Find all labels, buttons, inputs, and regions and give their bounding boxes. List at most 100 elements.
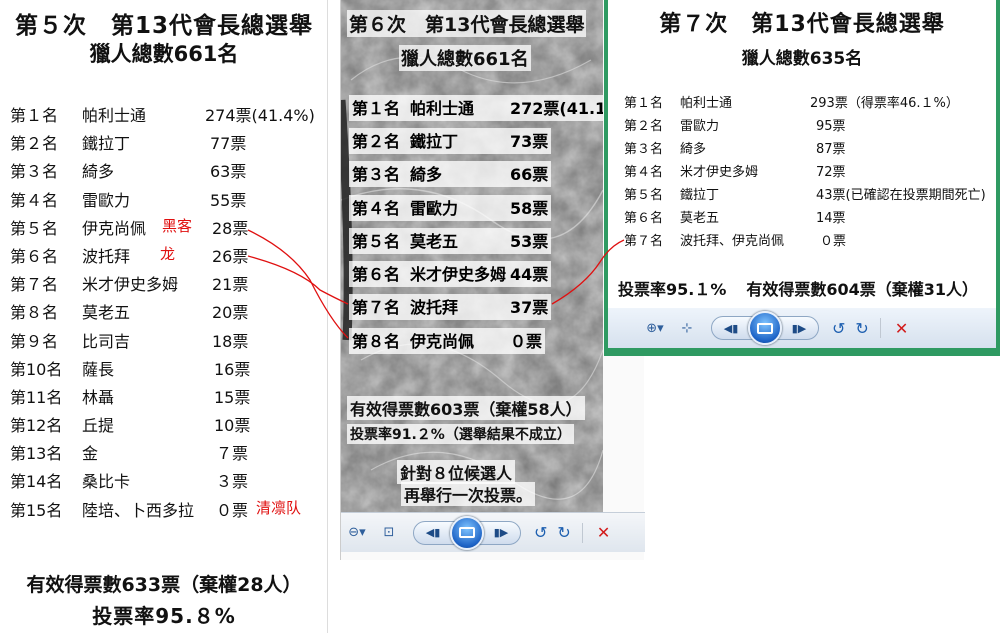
candidate-name: 桑比卡 xyxy=(82,472,131,492)
rank-label: 第６名 xyxy=(624,211,664,226)
vote-count: ３票 xyxy=(216,472,249,492)
slideshow-icon[interactable] xyxy=(748,311,782,345)
toolbar-divider xyxy=(879,318,881,338)
candidate-name: 帕利士通 xyxy=(410,99,475,118)
rank-label: 第13名 xyxy=(10,444,63,464)
result-row: 第10名 薩長 16票 xyxy=(10,354,328,382)
result-row: 第３名 綺多 63票 xyxy=(10,156,328,184)
vote-count: 53票 xyxy=(510,232,549,251)
scan-result-row: 第５名 莫老五 53票 xyxy=(349,228,552,254)
result-row: 第４名 雷歐力 55票 xyxy=(10,185,328,213)
rotate-ccw-icon[interactable]: ↺ xyxy=(832,319,845,338)
vote-count: 26票 xyxy=(212,246,249,266)
screen-icon xyxy=(459,527,475,538)
rank-label: 第５名 xyxy=(624,188,664,203)
rotate-cw-icon[interactable]: ↻ xyxy=(855,319,868,338)
annotation-note: 清凛队 xyxy=(256,498,302,517)
election-7-image: 第７次 第13代會長總選舉 獵人總數635名 第１名 帕利士通 293票（得票率46… xyxy=(608,0,996,308)
vote-count: ０票 xyxy=(216,500,249,520)
turnout-summary: 投票率95.１% 有效得票數604票（棄權31人） xyxy=(618,276,996,300)
scan-result-row: 第８名 伊克尚佩 ０票 xyxy=(349,328,546,354)
candidate-name: 陸培、卜西多拉 xyxy=(82,500,195,520)
scan-note-line-2: 再舉行一次投票。 xyxy=(401,482,536,506)
scan-subtitle: 獵人總數661名 xyxy=(399,45,531,71)
vote-count: ０票 xyxy=(820,234,847,249)
result-row: 第１名 帕利士通 293票（得票率46.１%） xyxy=(624,90,994,113)
vote-count: 293票（得票率46.１%） xyxy=(810,96,959,111)
candidate-name: 雷歐力 xyxy=(82,190,131,210)
rank-label: 第15名 xyxy=(10,500,63,520)
candidate-name: 林聶 xyxy=(82,387,115,407)
zoom-icon[interactable]: ⊕▾ xyxy=(644,317,666,339)
candidate-name: 帕利士通 xyxy=(82,106,147,125)
election-6-viewer-window: 第６次 第13代會長總選舉 獵人總數661名 第１名帕利士通 272票(41.1%… xyxy=(340,0,645,560)
manga-scan-image: 第６次 第13代會長總選舉 獵人總數661名 第１名帕利士通 272票(41.1%… xyxy=(341,0,603,512)
rank-label: 第14名 xyxy=(10,472,63,492)
scan-result-row: 第３名 綺多 66票 xyxy=(349,161,552,187)
results-list: 第１名 帕利士通 293票（得票率46.１%） 第２名 雷歐力 95票 第３名 綺多 87票… xyxy=(624,90,994,251)
result-row: 第５名 伊克尚佩 28票 黑客 xyxy=(10,213,328,241)
slideshow-icon[interactable] xyxy=(450,515,484,550)
vote-count: 73票 xyxy=(510,132,549,151)
next-icon[interactable]: ▮▶ xyxy=(486,526,516,539)
rank-label: 第４名 xyxy=(10,190,59,210)
rank-label: 第２名 xyxy=(10,134,59,154)
scan-note-line-1: 針對８位候選人 xyxy=(397,460,516,484)
vote-count: ７票 xyxy=(216,444,249,464)
rank-label: 第２名 xyxy=(624,119,664,134)
annotation-note: 黑客 xyxy=(162,216,193,235)
rank-label: 第３名 xyxy=(352,165,401,184)
navigation-group: ◀▮ ▮▶ xyxy=(413,515,521,550)
candidate-name: 伊克尚佩 xyxy=(82,218,147,238)
rank-label: 第５名 xyxy=(10,218,59,238)
vote-count: 43票(已確認在投票期間死亡) xyxy=(816,188,986,203)
rank-label: 第４名 xyxy=(352,199,401,218)
rank-label: 第11名 xyxy=(10,387,63,407)
candidate-name: 綺多 xyxy=(410,165,443,184)
vote-count: 44票 xyxy=(510,265,549,284)
rank-label: 第６名 xyxy=(352,265,401,284)
candidate-name: 薩長 xyxy=(82,359,115,379)
rotate-ccw-icon[interactable]: ↺ xyxy=(534,523,547,542)
valid-votes-summary: 有效得票數604票（棄權31人） xyxy=(746,280,979,299)
delete-icon[interactable]: ✕ xyxy=(597,523,610,542)
candidate-name: 鐵拉丁 xyxy=(82,134,131,154)
vote-count: 10票 xyxy=(214,416,251,436)
screenshot-stage: 第５次 第13代會長總選舉 獵人總數661名 第１名 帕利士通 274票(41.4%… xyxy=(0,0,1000,633)
rank-label: 第５名 xyxy=(352,232,401,251)
panel-title: 第７次 第13代會長總選舉 xyxy=(659,12,945,37)
scan-result-row: 第７名 波托拜 37票 xyxy=(349,294,552,320)
candidate-name: 波托拜、伊克尚佩 xyxy=(680,234,785,249)
result-row: 第２名 鐵拉丁 77票 xyxy=(10,128,328,156)
panel-subtitle: 獵人總數661名 xyxy=(89,42,239,66)
candidate-name: 比司吉 xyxy=(82,331,131,351)
rotate-cw-icon[interactable]: ↻ xyxy=(557,523,570,542)
result-row: 第15名 陸培、卜西多拉 ０票 清凛队 xyxy=(10,495,328,523)
fit-icon[interactable]: ⊡ xyxy=(378,522,400,544)
scan-valid-votes: 有效得票數603票（棄權58人） xyxy=(347,396,585,420)
candidate-name: 莫老五 xyxy=(680,211,720,226)
candidate-name: 莫老五 xyxy=(82,303,131,323)
vote-count: 14票 xyxy=(816,211,846,226)
toolbar-divider xyxy=(581,522,583,543)
candidate-name: 帕利士通 xyxy=(680,96,733,111)
rank-label: 第８名 xyxy=(352,332,401,351)
prev-icon[interactable]: ◀▮ xyxy=(418,526,448,539)
candidate-name: 米才伊史多姆 xyxy=(82,275,179,295)
annotation-note: 龙 xyxy=(160,244,176,263)
valid-votes-summary: 有效得票數633票（棄權28人） xyxy=(26,574,302,596)
rank-label: 第１名 xyxy=(10,106,59,125)
result-row: 第９名 比司吉 18票 xyxy=(10,326,328,354)
zoom-icon[interactable]: ⊖▾ xyxy=(346,522,368,544)
candidate-name: 鐵拉丁 xyxy=(410,132,459,151)
scan-result-row: 第４名 雷歐力 58票 xyxy=(349,195,552,221)
fit-icon[interactable]: ⊹ xyxy=(676,317,698,339)
photo-viewer-toolbar: ⊕▾ ⊹ ◀▮ ▮▶ ↺ ↻ ✕ xyxy=(608,308,996,348)
next-icon[interactable]: ▮▶ xyxy=(784,322,814,335)
result-row: 第11名 林聶 15票 xyxy=(10,382,328,410)
delete-icon[interactable]: ✕ xyxy=(895,319,908,338)
candidate-name: 鐵拉丁 xyxy=(680,188,720,203)
prev-icon[interactable]: ◀▮ xyxy=(716,322,746,335)
candidate-name: 雷歐力 xyxy=(680,119,720,134)
vote-count: 63票 xyxy=(210,162,247,182)
